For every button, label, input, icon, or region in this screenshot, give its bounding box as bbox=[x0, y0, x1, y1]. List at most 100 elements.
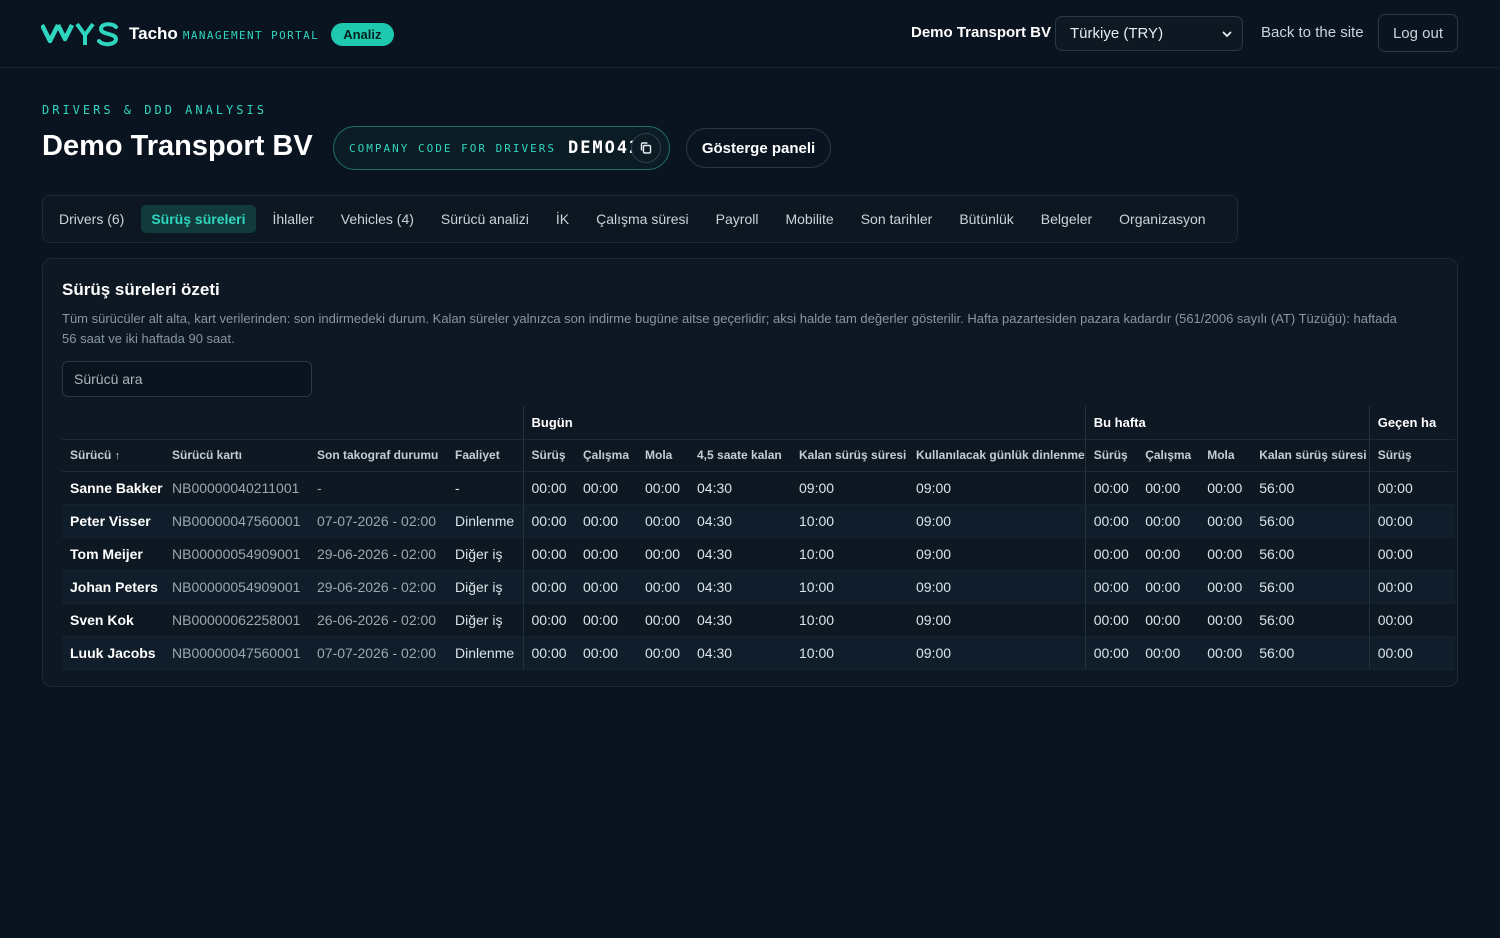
col-driver[interactable]: Sürücü ↑ bbox=[62, 439, 164, 472]
col-card[interactable]: Sürücü kartı bbox=[164, 439, 309, 472]
table-row[interactable]: Luuk Jacobs NB00000047560001 07-07-2026 - … bbox=[62, 636, 1456, 670]
cell-t-daily-rest: 09:00 bbox=[908, 636, 1086, 670]
country-select-value: Türkiye (TRY) bbox=[1070, 25, 1164, 42]
cell-card: NB00000040211001 bbox=[164, 471, 309, 505]
tab-drivers[interactable]: Drivers (6) bbox=[49, 205, 134, 233]
table-row[interactable]: Johan Peters NB00000054909001 29-06-2026 -… bbox=[62, 570, 1456, 604]
cell-t-drive: 00:00 bbox=[522, 570, 575, 604]
dashboard-button[interactable]: Gösterge paneli bbox=[686, 128, 831, 168]
cell-w-drive: 00:00 bbox=[1084, 537, 1138, 571]
cell-last: 29-06-2026 - 02:00 bbox=[309, 537, 447, 571]
cell-last: - bbox=[309, 471, 447, 505]
col-week-drive[interactable]: Sürüş bbox=[1084, 439, 1138, 472]
cell-t-left45: 04:30 bbox=[689, 537, 791, 571]
tab-deadlines[interactable]: Son tarihler bbox=[851, 205, 943, 233]
cell-t-rest: 00:00 bbox=[637, 603, 689, 637]
tab-hr[interactable]: İK bbox=[546, 205, 579, 233]
tab-organization[interactable]: Organizasyon bbox=[1109, 205, 1215, 233]
cell-w-work: 00:00 bbox=[1137, 471, 1200, 505]
cell-w-drive-left: 56:00 bbox=[1251, 504, 1370, 538]
cell-w-drive: 00:00 bbox=[1084, 471, 1138, 505]
copy-code-button[interactable] bbox=[631, 133, 661, 163]
cell-t-daily-rest: 09:00 bbox=[908, 504, 1086, 538]
col-week-drive-left[interactable]: Kalan sürüş süresi bbox=[1251, 439, 1370, 472]
cell-card: NB00000062258001 bbox=[164, 603, 309, 637]
cell-card: NB00000054909001 bbox=[164, 570, 309, 604]
tab-driving-times[interactable]: Sürüş süreleri bbox=[141, 205, 256, 233]
cell-t-drive: 00:00 bbox=[522, 636, 575, 670]
cell-driver: Luuk Jacobs bbox=[62, 636, 164, 670]
cell-activity: - bbox=[447, 471, 523, 505]
cell-w-drive-left: 56:00 bbox=[1251, 471, 1370, 505]
cell-lw-drive: 00:00 bbox=[1368, 636, 1456, 670]
tab-working-time[interactable]: Çalışma süresi bbox=[586, 205, 699, 233]
cell-w-drive-left: 56:00 bbox=[1251, 603, 1370, 637]
chevron-down-icon bbox=[1222, 31, 1232, 37]
company-code-pill: COMPANY CODE FOR DRIVERS DEMO42 bbox=[333, 126, 670, 170]
cell-t-daily-rest: 09:00 bbox=[908, 537, 1086, 571]
vys-logo-icon bbox=[41, 22, 119, 47]
analysis-badge: Analiz bbox=[331, 22, 394, 46]
cell-driver: Tom Meijer bbox=[62, 537, 164, 571]
cell-t-drive: 00:00 bbox=[522, 504, 575, 538]
col-last-status[interactable]: Son takograf durumu bbox=[309, 439, 447, 472]
table-row[interactable]: Sanne Bakker NB00000040211001- -00:00 00:00… bbox=[62, 471, 1456, 505]
cell-t-work: 00:00 bbox=[575, 570, 637, 604]
cell-t-drive: 00:00 bbox=[522, 537, 575, 571]
brand[interactable]: Tacho MANAGEMENT PORTAL Analiz bbox=[41, 19, 394, 49]
cell-t-rest: 00:00 bbox=[637, 504, 689, 538]
page-title: Demo Transport BV bbox=[42, 130, 313, 162]
col-last-week-drive[interactable]: Sürüş bbox=[1368, 439, 1456, 472]
col-week-rest[interactable]: Mola bbox=[1199, 439, 1252, 472]
tab-vehicles[interactable]: Vehicles (4) bbox=[331, 205, 424, 233]
cell-lw-drive: 00:00 bbox=[1368, 471, 1456, 505]
col-today-work[interactable]: Çalışma bbox=[575, 439, 637, 472]
col-today-drive[interactable]: Sürüş bbox=[522, 439, 575, 472]
brand-name: Tacho bbox=[129, 24, 178, 43]
tab-violations[interactable]: İhlaller bbox=[263, 205, 324, 233]
tab-payroll[interactable]: Payroll bbox=[706, 205, 769, 233]
cell-w-drive: 00:00 bbox=[1084, 570, 1138, 604]
cell-t-daily-rest: 09:00 bbox=[908, 570, 1086, 604]
group-header-last-week: Geçen ha bbox=[1368, 406, 1456, 440]
group-header-this-week: Bu hafta bbox=[1084, 406, 1370, 440]
section-eyebrow: DRIVERS & DDD ANALYSIS bbox=[42, 103, 267, 117]
cell-t-left45: 04:30 bbox=[689, 570, 791, 604]
top-bar: Tacho MANAGEMENT PORTAL Analiz Demo Tran… bbox=[0, 0, 1500, 68]
col-activity[interactable]: Faaliyet bbox=[447, 439, 523, 472]
back-to-site-link[interactable]: Back to the site bbox=[1261, 24, 1364, 41]
cell-t-drive-left: 10:00 bbox=[791, 603, 908, 637]
tab-integrity[interactable]: Bütünlük bbox=[949, 205, 1023, 233]
tab-mobility[interactable]: Mobilite bbox=[775, 205, 843, 233]
col-today-daily-rest[interactable]: Kullanılacak günlük dinlenme bbox=[908, 439, 1086, 472]
table-row[interactable]: Tom Meijer NB00000054909001 29-06-2026 - 0… bbox=[62, 537, 1456, 571]
cell-last: 29-06-2026 - 02:00 bbox=[309, 570, 447, 604]
cell-w-work: 00:00 bbox=[1137, 636, 1200, 670]
tab-driver-analysis[interactable]: Sürücü analizi bbox=[431, 205, 539, 233]
group-header-today: Bugün bbox=[522, 406, 1086, 440]
col-today-left-45[interactable]: 4,5 saate kalan bbox=[689, 439, 791, 472]
group-header-empty bbox=[62, 406, 523, 440]
cell-t-rest: 00:00 bbox=[637, 570, 689, 604]
cell-t-work: 00:00 bbox=[575, 603, 637, 637]
cell-t-left45: 04:30 bbox=[689, 636, 791, 670]
cell-w-drive-left: 56:00 bbox=[1251, 570, 1370, 604]
logout-button[interactable]: Log out bbox=[1378, 14, 1458, 52]
cell-card: NB00000054909001 bbox=[164, 537, 309, 571]
cell-card: NB00000047560001 bbox=[164, 636, 309, 670]
card-description: Tüm sürücüler alt alta, kart verilerinde… bbox=[62, 311, 1397, 346]
cell-t-rest: 00:00 bbox=[637, 471, 689, 505]
cell-w-drive: 00:00 bbox=[1084, 504, 1138, 538]
cell-t-work: 00:00 bbox=[575, 471, 637, 505]
table-row[interactable]: Peter Visser NB00000047560001 07-07-2026 -… bbox=[62, 504, 1456, 538]
cell-activity: Dinlenme bbox=[447, 636, 523, 670]
country-select[interactable]: Türkiye (TRY) bbox=[1055, 16, 1243, 51]
driver-search-input[interactable] bbox=[62, 361, 312, 397]
table-row[interactable]: Sven Kok NB00000062258001 26-06-2026 - 02:… bbox=[62, 603, 1456, 637]
tab-bar: Drivers (6) Sürüş süreleri İhlaller Vehi… bbox=[42, 195, 1238, 243]
cell-lw-drive: 00:00 bbox=[1368, 603, 1456, 637]
tab-documents[interactable]: Belgeler bbox=[1031, 205, 1102, 233]
col-today-rest[interactable]: Mola bbox=[637, 439, 689, 472]
col-week-work[interactable]: Çalışma bbox=[1137, 439, 1200, 472]
col-today-drive-left[interactable]: Kalan sürüş süresi bbox=[791, 439, 908, 472]
